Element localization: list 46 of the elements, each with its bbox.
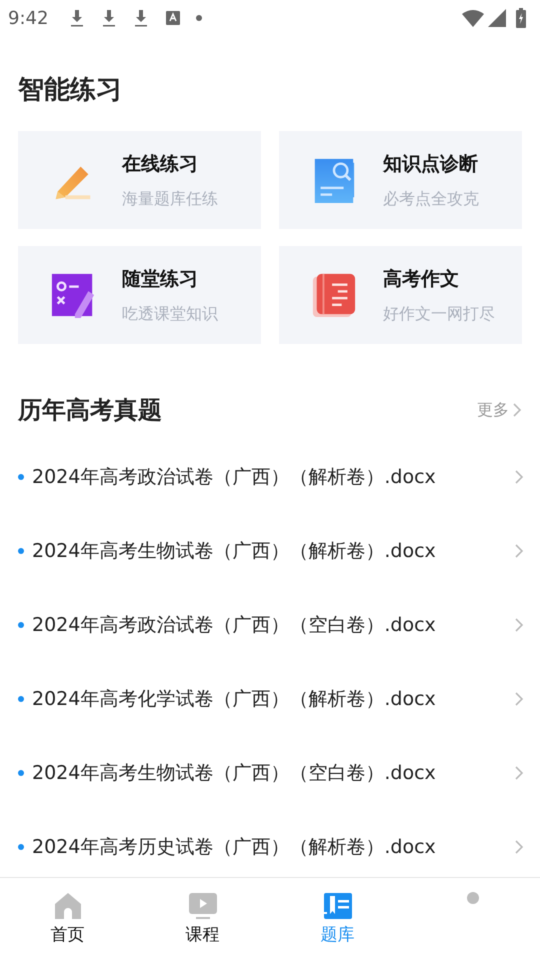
card-subtitle: 好作文一网打尽 <box>383 304 495 324</box>
section-title: 历年高考真题 <box>18 395 162 426</box>
status-time: 9:42 <box>8 8 48 28</box>
chevron-right-icon <box>515 544 524 558</box>
chevron-right-icon <box>515 840 524 854</box>
bullet-icon <box>18 696 24 702</box>
exam-file-link[interactable]: 2024年高考化学试卷（广西）（解析卷）.docx <box>32 686 507 712</box>
card-subtitle: 必考点全攻克 <box>383 188 479 210</box>
card-subtitle: 吃透课堂知识 <box>122 304 218 324</box>
video-icon <box>188 892 216 920</box>
chevron-right-icon <box>515 470 524 484</box>
exam-file-link[interactable]: 2024年高考生物试卷（广西）（空白卷）.docx <box>32 760 507 786</box>
battery-icon <box>516 8 526 28</box>
exam-file-link[interactable]: 2024年高考历史试卷（广西）（解析卷）.docx <box>32 834 507 860</box>
exam-file-link[interactable]: 2024年高考政治试卷（广西）（空白卷）.docx <box>32 612 507 638</box>
exam-file-link[interactable]: 2024年高考生物试卷（广西）（解析卷）.docx <box>32 538 507 564</box>
practice-card[interactable]: 高考作文 好作文一网打尽 <box>279 246 522 344</box>
bullet-icon <box>18 622 24 628</box>
card-subtitle: 海量题库任练 <box>122 188 218 210</box>
practice-card[interactable]: 知识点诊断 必考点全攻克 <box>279 131 522 229</box>
bullet-icon <box>18 770 24 776</box>
chevron-right-icon <box>513 403 522 417</box>
worksheet-icon <box>50 272 96 318</box>
book-icon <box>311 272 357 318</box>
book-list-icon <box>324 892 352 920</box>
signal-icon <box>488 9 506 27</box>
practice-card[interactable]: 在线练习 海量题库任练 <box>18 131 261 229</box>
card-title: 高考作文 <box>383 266 460 292</box>
wifi-icon <box>462 9 484 27</box>
nav-tab[interactable]: 首页 <box>0 878 135 960</box>
keyboard-icon <box>164 9 182 27</box>
practice-card[interactable]: 随堂练习 吃透课堂知识 <box>18 246 261 344</box>
home-icon <box>54 892 82 920</box>
card-title: 知识点诊断 <box>383 152 479 176</box>
card-title: 随堂练习 <box>122 266 199 292</box>
section-title: 智能练习 <box>16 74 123 107</box>
notification-dot-icon <box>196 15 202 21</box>
nav-tab[interactable]: 课程 <box>135 878 270 960</box>
card-title: 在线练习 <box>122 152 199 176</box>
exam-file-link[interactable]: 2024年高考政治试卷（广西）（解析卷）.docx <box>32 464 507 490</box>
bullet-icon <box>18 548 24 554</box>
chevron-right-icon <box>515 766 524 780</box>
bullet-icon <box>18 844 24 850</box>
chevron-right-icon <box>515 618 524 632</box>
chevron-right-icon <box>515 692 524 706</box>
bullet-icon <box>18 474 24 480</box>
